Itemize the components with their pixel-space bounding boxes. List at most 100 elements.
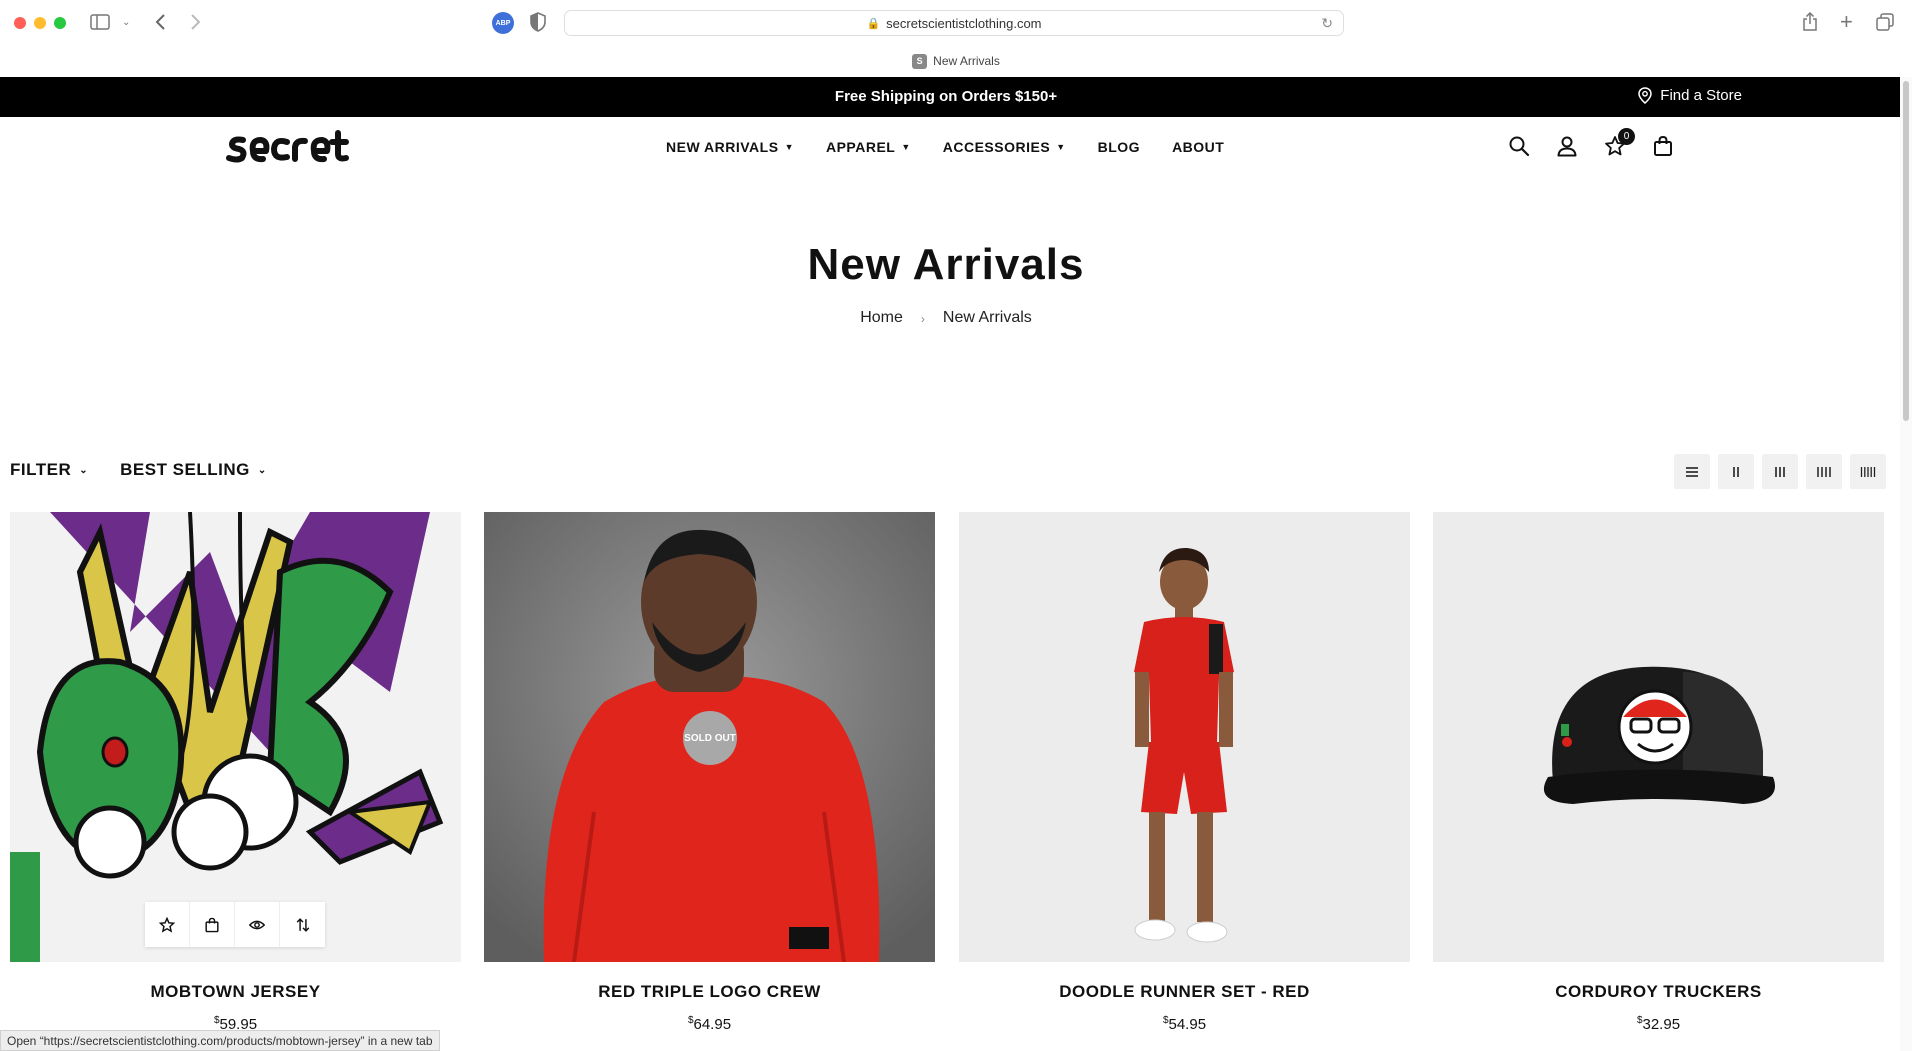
sort-label: BEST SELLING bbox=[120, 460, 250, 479]
nav-apparel-label: APPAREL bbox=[825, 139, 896, 155]
nav-new-arrivals-label: NEW ARRIVALS bbox=[666, 139, 779, 155]
sold-out-badge: SOLD OUT bbox=[683, 711, 737, 765]
shopping-bag-icon bbox=[205, 917, 219, 932]
grid-5-columns-button[interactable] bbox=[1850, 454, 1886, 489]
list-icon bbox=[1686, 466, 1698, 477]
page-scrollbar[interactable] bbox=[1900, 77, 1912, 1051]
page-title: New Arrivals bbox=[807, 240, 1085, 289]
nav-about[interactable]: ABOUT bbox=[1172, 139, 1224, 155]
grid-2-columns-button[interactable] bbox=[1718, 454, 1754, 489]
filter-label: FILTER bbox=[10, 460, 72, 479]
share-icon[interactable] bbox=[1802, 10, 1818, 34]
product-title[interactable]: CORDUROY TRUCKERS bbox=[1433, 982, 1884, 1002]
compare-arrows-icon bbox=[296, 917, 309, 932]
list-view-button[interactable] bbox=[1674, 454, 1710, 489]
lock-icon: 🔒 bbox=[866, 17, 881, 30]
site-favicon: S bbox=[912, 53, 928, 69]
nav-blog-label: BLOG bbox=[1097, 139, 1141, 155]
product-image[interactable] bbox=[1433, 512, 1884, 962]
scrollbar-thumb[interactable] bbox=[1903, 81, 1909, 421]
product-price: $54.95 bbox=[959, 1015, 1410, 1033]
nav-accessories[interactable]: ACCESSORIES ▼ bbox=[943, 139, 1066, 155]
browser-toolbar: ⌄ ABP 🔒 secretscientistclothing.com ↻ + bbox=[0, 0, 1912, 46]
price-value: 32.95 bbox=[1642, 1016, 1681, 1033]
breadcrumb: Home › New Arrivals bbox=[0, 309, 1892, 327]
two-columns-icon bbox=[1733, 466, 1739, 477]
url-text: secretscientistclothing.com bbox=[886, 15, 1042, 31]
nav-new-arrivals[interactable]: NEW ARRIVALS ▼ bbox=[666, 139, 794, 155]
address-bar[interactable]: 🔒 secretscientistclothing.com ↻ bbox=[564, 10, 1344, 36]
sidebar-icon[interactable] bbox=[90, 10, 110, 34]
tab-bar: S New Arrivals bbox=[0, 46, 1912, 76]
product-image[interactable]: SOLD OUT bbox=[484, 512, 935, 962]
product-card-doodle-runner-set-red[interactable]: DOODLE RUNNER SET - RED $54.95 bbox=[959, 512, 1410, 1033]
back-icon[interactable] bbox=[154, 10, 166, 34]
privacy-shield-icon[interactable] bbox=[530, 12, 550, 34]
product-card-corduroy-truckers[interactable]: CORDUROY TRUCKERS $32.95 bbox=[1433, 512, 1884, 1033]
nav-blog[interactable]: BLOG bbox=[1098, 139, 1140, 155]
star-icon bbox=[159, 916, 175, 933]
tab-title[interactable]: New Arrivals bbox=[933, 54, 1000, 68]
product-card-red-triple-logo-crew[interactable]: SOLD OUT RED TRIPLE LOGO CREW $64.95 bbox=[484, 512, 935, 1033]
forward-icon[interactable] bbox=[190, 10, 202, 34]
product-price: $32.95 bbox=[1433, 1015, 1884, 1033]
chevron-down-icon: ▼ bbox=[901, 142, 911, 152]
tab-overview-icon[interactable] bbox=[1876, 10, 1894, 34]
reload-icon[interactable]: ↻ bbox=[1321, 15, 1333, 32]
product-title[interactable]: RED TRIPLE LOGO CREW bbox=[484, 982, 935, 1002]
chevron-down-icon: ⌄ bbox=[257, 464, 267, 476]
product-card-mobtown-jersey[interactable]: MOBTOWN JERSEY $59.95 bbox=[10, 512, 461, 1033]
collection-toolbar: FILTER ⌄ BEST SELLING ⌄ bbox=[10, 460, 267, 480]
price-value: 64.95 bbox=[693, 1016, 732, 1033]
chevron-right-icon: › bbox=[920, 312, 925, 326]
chevron-down-icon: ⌄ bbox=[79, 464, 89, 476]
chevron-down-icon: ▼ bbox=[1056, 142, 1066, 152]
filter-button[interactable]: FILTER ⌄ bbox=[10, 460, 88, 480]
grid-3-columns-button[interactable] bbox=[1762, 454, 1798, 489]
product-price: $64.95 bbox=[484, 1015, 935, 1033]
find-store-link[interactable]: Find a Store bbox=[1638, 87, 1742, 104]
product-image[interactable] bbox=[959, 512, 1410, 962]
breadcrumb-current: New Arrivals bbox=[942, 309, 1032, 326]
price-value: 54.95 bbox=[1168, 1016, 1207, 1033]
chevron-down-icon[interactable]: ⌄ bbox=[122, 10, 130, 34]
quick-view-button[interactable] bbox=[235, 902, 280, 947]
close-window-button[interactable] bbox=[14, 17, 26, 29]
new-tab-icon[interactable]: + bbox=[1840, 9, 1853, 34]
grid-4-columns-button[interactable] bbox=[1806, 454, 1842, 489]
announcement-bar: Free Shipping on Orders $150+ Find a Sto… bbox=[0, 77, 1900, 117]
four-columns-icon bbox=[1817, 466, 1831, 477]
free-shipping-text: Free Shipping on Orders $150+ bbox=[834, 88, 1058, 105]
product-image[interactable] bbox=[10, 512, 461, 962]
secret-logo[interactable] bbox=[225, 130, 353, 164]
find-store-label: Find a Store bbox=[1660, 87, 1742, 104]
minimize-window-button[interactable] bbox=[34, 17, 46, 29]
cart-icon[interactable] bbox=[1652, 135, 1676, 159]
site-header: NEW ARRIVALS ▼ APPAREL ▼ ACCESSORIES ▼ B… bbox=[0, 117, 1900, 181]
header-actions: 0 bbox=[1508, 128, 1676, 159]
nav-apparel[interactable]: APPAREL ▼ bbox=[826, 139, 911, 155]
zoom-window-button[interactable] bbox=[54, 17, 66, 29]
add-to-cart-button[interactable] bbox=[190, 902, 235, 947]
eye-icon bbox=[249, 920, 265, 929]
grid-layout-switcher bbox=[1674, 454, 1886, 489]
account-icon[interactable] bbox=[1556, 135, 1580, 159]
three-columns-icon bbox=[1775, 466, 1785, 477]
five-columns-icon bbox=[1860, 466, 1876, 477]
link-status-bar: Open “https://secretscientistclothing.co… bbox=[0, 1030, 440, 1051]
quick-actions bbox=[145, 902, 325, 947]
search-icon[interactable] bbox=[1508, 135, 1532, 159]
location-pin-icon bbox=[1638, 87, 1653, 104]
product-title[interactable]: MOBTOWN JERSEY bbox=[10, 982, 461, 1002]
wishlist-icon[interactable]: 0 bbox=[1604, 128, 1635, 159]
breadcrumb-home-link[interactable]: Home bbox=[860, 309, 903, 327]
nav-about-label: ABOUT bbox=[1172, 139, 1225, 155]
add-to-wishlist-button[interactable] bbox=[145, 902, 190, 947]
compare-button[interactable] bbox=[280, 902, 325, 947]
product-title[interactable]: DOODLE RUNNER SET - RED bbox=[959, 982, 1410, 1002]
nav-accessories-label: ACCESSORIES bbox=[942, 139, 1051, 155]
chevron-down-icon: ▼ bbox=[784, 142, 794, 152]
adblock-extension-icon[interactable]: ABP bbox=[492, 12, 514, 34]
main-nav: NEW ARRIVALS ▼ APPAREL ▼ ACCESSORIES ▼ B… bbox=[666, 139, 1224, 155]
sort-dropdown[interactable]: BEST SELLING ⌄ bbox=[120, 460, 267, 480]
